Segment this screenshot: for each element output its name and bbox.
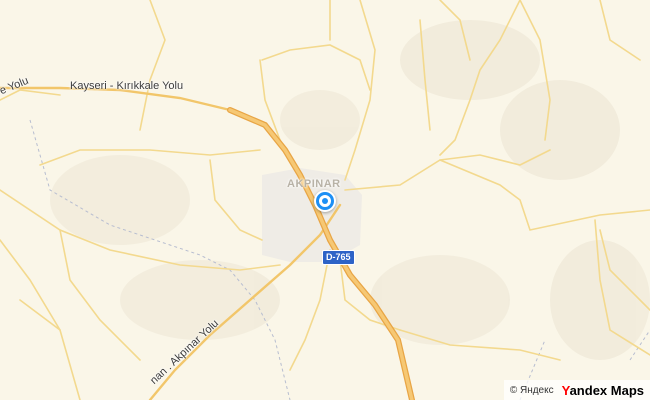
copyright-link[interactable]: © Яндекс xyxy=(510,385,554,396)
map-canvas[interactable]: Kayseri - Kırıkkale Yolu e Yolu nan . Ak… xyxy=(0,0,650,400)
brand-text: andex Maps xyxy=(569,382,644,398)
town-label-akpinar[interactable]: AKPINAR xyxy=(287,178,341,190)
location-marker[interactable] xyxy=(314,190,336,212)
route-shield-d765: D-765 xyxy=(322,250,355,265)
attribution-bar: © Яндекс Yandex Maps xyxy=(503,380,650,400)
brand-letter-y: Y xyxy=(561,382,570,398)
road-label-kayseri-kirikkale: Kayseri - Kırıkkale Yolu xyxy=(70,80,184,92)
location-marker-dot xyxy=(322,198,328,204)
yandex-maps-logo[interactable]: Yandex Maps xyxy=(562,383,644,398)
